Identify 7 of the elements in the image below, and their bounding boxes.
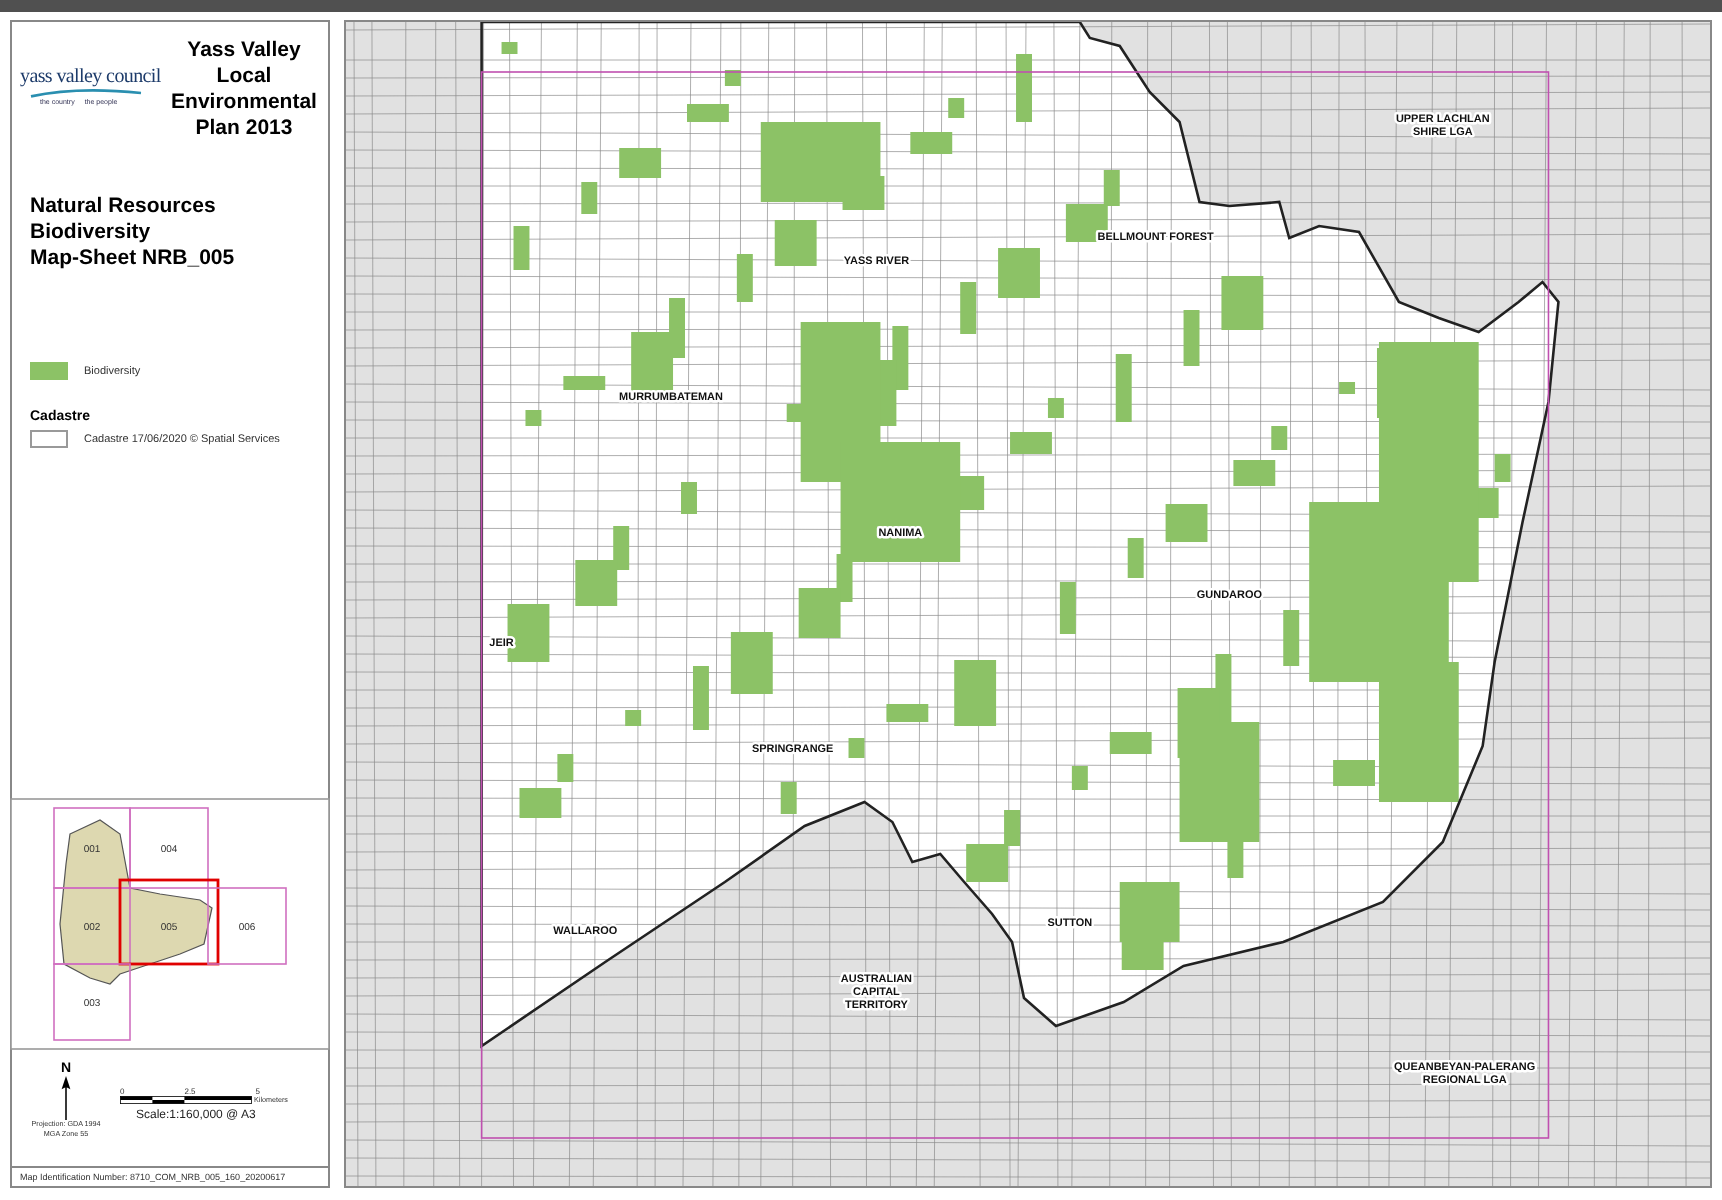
north-arrow-icon [60,1076,72,1120]
logo-text: yass valley council [20,66,160,88]
plan-title: Yass Valley Local Environmental Plan 2013 [169,38,319,142]
map-title: Map-Sheet NRB_005 [30,246,237,272]
legend-swatch [30,430,68,448]
map-title: Natural Resources Biodiversity [30,194,218,246]
scale-bar-drawing [120,1096,252,1104]
